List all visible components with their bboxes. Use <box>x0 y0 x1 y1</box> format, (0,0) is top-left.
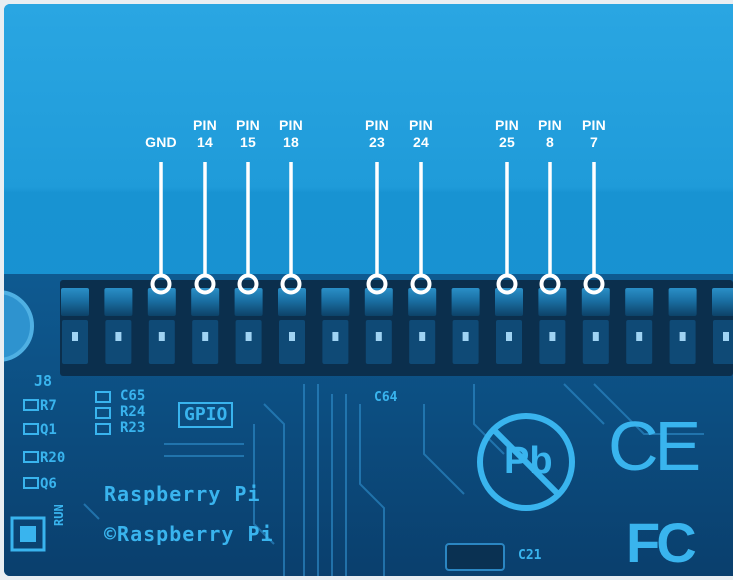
header-post-top <box>321 288 350 316</box>
header-post-bottom <box>539 320 566 364</box>
header-post-bottom <box>713 320 733 364</box>
pin-label-bottom: 18 <box>283 134 299 150</box>
fcc-mark: FC <box>626 511 697 574</box>
header-post-shine <box>679 332 686 341</box>
header-post-bottom <box>279 320 305 364</box>
component-label-c21: C21 <box>518 548 542 563</box>
header-post-shine <box>419 332 426 341</box>
header-post-bottom <box>105 320 132 364</box>
figure: J8 C65 R24 R23 R7 Q1 R20 Q6 GPIO C64 C21… <box>0 0 733 580</box>
component-label-c64: C64 <box>374 390 398 405</box>
header-post-shine <box>549 332 556 341</box>
header-post-top <box>625 288 654 316</box>
pin-label-7: PIN 7 <box>564 117 624 151</box>
component-label-r23: R23 <box>120 420 146 436</box>
run-label: RUN <box>52 504 66 526</box>
capacitor <box>445 543 505 571</box>
header-post-top <box>668 288 697 316</box>
header-post-bottom <box>235 320 262 364</box>
header-post-shine <box>506 332 512 341</box>
header-post-shine <box>72 332 78 341</box>
pin-label-bottom: 7 <box>590 134 598 150</box>
brand-line-2: ©Raspberry Pi <box>104 522 274 546</box>
header-post-shine <box>723 332 729 341</box>
header-post-top <box>712 288 733 316</box>
header-post-shine <box>245 332 252 341</box>
header-post-shine <box>115 332 122 341</box>
pin-label-top: PIN <box>279 117 303 133</box>
lead-free-mark: Pb <box>504 440 553 482</box>
gpio-scene: J8 C65 R24 R23 R7 Q1 R20 Q6 GPIO C64 C21… <box>4 4 733 576</box>
pin-label-top: PIN <box>582 117 606 133</box>
header-post-shine <box>332 332 339 341</box>
header-post-shine <box>462 332 469 341</box>
header-post-bottom <box>626 320 653 364</box>
header-post-bottom <box>148 320 175 364</box>
component-label-q6: Q6 <box>40 476 57 492</box>
component-label-q1: Q1 <box>40 422 57 438</box>
header-post-bottom <box>452 320 479 364</box>
pin-label-24: PIN 24 <box>391 117 451 151</box>
header-post-top <box>61 288 89 316</box>
header-post-bottom <box>62 320 88 364</box>
header-post-bottom <box>496 320 522 364</box>
header-post-bottom <box>582 320 609 364</box>
header-post-shine <box>158 332 165 341</box>
header-post-shine <box>636 332 643 341</box>
pin-label-bottom: 24 <box>413 134 429 150</box>
header-post-bottom <box>669 320 696 364</box>
header-post-bottom <box>322 320 349 364</box>
ce-mark: CE <box>608 407 701 485</box>
header-post-shine <box>592 332 599 341</box>
gpio-silk-label: GPIO <box>178 402 234 428</box>
component-label-r24: R24 <box>120 404 146 420</box>
brand-line-1: Raspberry Pi <box>104 482 261 506</box>
header-post-shine <box>202 332 209 341</box>
header-post-shine <box>375 332 382 341</box>
component-label-r7: R7 <box>40 398 57 414</box>
run-pad-inner <box>20 526 36 542</box>
header-post-top <box>104 288 133 316</box>
component-label-c65: C65 <box>120 388 146 404</box>
header-post-bottom <box>409 320 436 364</box>
component-label-r20: R20 <box>40 450 66 466</box>
header-post-bottom <box>192 320 219 364</box>
header-post-shine <box>289 332 295 341</box>
pin-label-18: PIN 18 <box>261 117 321 151</box>
pin-label-top: PIN <box>409 117 433 133</box>
header-post-top <box>451 288 480 316</box>
header-ref-label: J8 <box>34 372 53 390</box>
header-post-bottom <box>365 320 392 364</box>
